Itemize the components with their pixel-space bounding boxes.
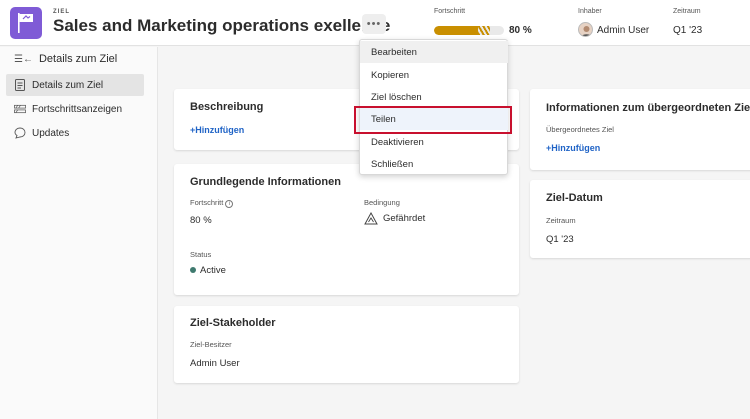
stakeholder-title: Ziel-Stakeholder (190, 317, 276, 329)
progress-bar (434, 26, 504, 35)
more-options-button[interactable]: ••• (362, 14, 386, 34)
sidebar-heading-label: Details zum Ziel (38, 53, 118, 65)
sidebar-item-updates[interactable]: Updates (6, 122, 144, 144)
description-title: Beschreibung (190, 101, 264, 113)
chat-bubble-icon (14, 127, 26, 139)
progress-header-label: Fortschritt (434, 8, 466, 15)
goal-date-title: Ziel-Datum (546, 192, 603, 204)
avatar[interactable] (578, 22, 593, 37)
goal-date-card: Ziel-Datum Zeitraum Q1 '23 (530, 180, 750, 258)
goal-owner-label: Ziel-Besitzer (190, 340, 232, 349)
status-label: Status (190, 250, 212, 259)
goal-date-label: Zeitraum (546, 216, 576, 225)
parent-goal-label: Übergeordnetes Ziel (546, 125, 614, 134)
sidebar-item-details[interactable]: Details zum Ziel (6, 74, 144, 96)
sidebar-item-label: Updates (32, 127, 70, 139)
parent-goal-card: Informationen zum übergeordneten Ziel Üb… (530, 89, 750, 170)
basic-info-card: Grundlegende Informationen Fortschritt i… (174, 164, 519, 295)
status-value: Active (190, 265, 226, 276)
progress-bars-icon (14, 103, 26, 115)
page-title: Sales and Marketing operations exellence (53, 16, 391, 35)
warning-triangle-icon (364, 212, 378, 225)
sidebar-item-progress[interactable]: Fortschrittsanzeigen (6, 98, 144, 120)
document-icon (14, 79, 26, 91)
status-dot (190, 267, 196, 274)
menu-item-copy[interactable]: Kopieren (360, 64, 508, 86)
progress-bar-fill (434, 26, 490, 35)
condition-label: Bedingung (364, 198, 400, 207)
menu-item-edit[interactable]: Bearbeiten (360, 41, 508, 63)
sidebar-item-label: Details zum Ziel (32, 79, 104, 91)
menu-item-deactivate[interactable]: Deaktivieren (360, 131, 508, 153)
period-header-label: Zeitraum (673, 8, 701, 15)
owner-header-label: Inhaber (578, 8, 602, 15)
basic-progress-label: Fortschritt i (190, 198, 234, 208)
parent-goal-add-link[interactable]: +Hinzufügen (546, 143, 600, 153)
info-icon[interactable]: i (225, 200, 234, 208)
share-highlight-box (354, 106, 512, 134)
goal-owner-value[interactable]: Admin User (190, 358, 240, 369)
owner-name[interactable]: Admin User (597, 25, 649, 36)
collapse-arrow-icon[interactable]: ☰← (14, 54, 33, 65)
menu-item-delete[interactable]: Ziel löschen (360, 86, 508, 108)
parent-goal-title: Informationen zum übergeordneten Ziel (546, 102, 750, 114)
basic-progress-value: 80 % (190, 215, 212, 226)
progress-header-value: 80 % (509, 25, 532, 36)
period-header-value: Q1 '23 (673, 25, 703, 36)
stakeholder-card: Ziel-Stakeholder Ziel-Besitzer Admin Use… (174, 306, 519, 383)
sidebar-item-label: Fortschrittsanzeigen (32, 103, 123, 115)
basic-info-title: Grundlegende Informationen (190, 176, 341, 188)
sidebar-heading[interactable]: ☰← Details zum Ziel (14, 53, 117, 65)
condition-value: Gefährdet (364, 212, 425, 225)
description-add-link[interactable]: +Hinzufügen (190, 125, 244, 135)
sidebar: ☰← Details zum Ziel Details zum Ziel For… (0, 47, 158, 419)
menu-item-close[interactable]: Schließen (360, 153, 508, 175)
goal-date-value: Q1 '23 (546, 234, 574, 245)
goal-eyebrow: ZIEL (53, 9, 70, 15)
goal-flag-icon (10, 7, 42, 39)
